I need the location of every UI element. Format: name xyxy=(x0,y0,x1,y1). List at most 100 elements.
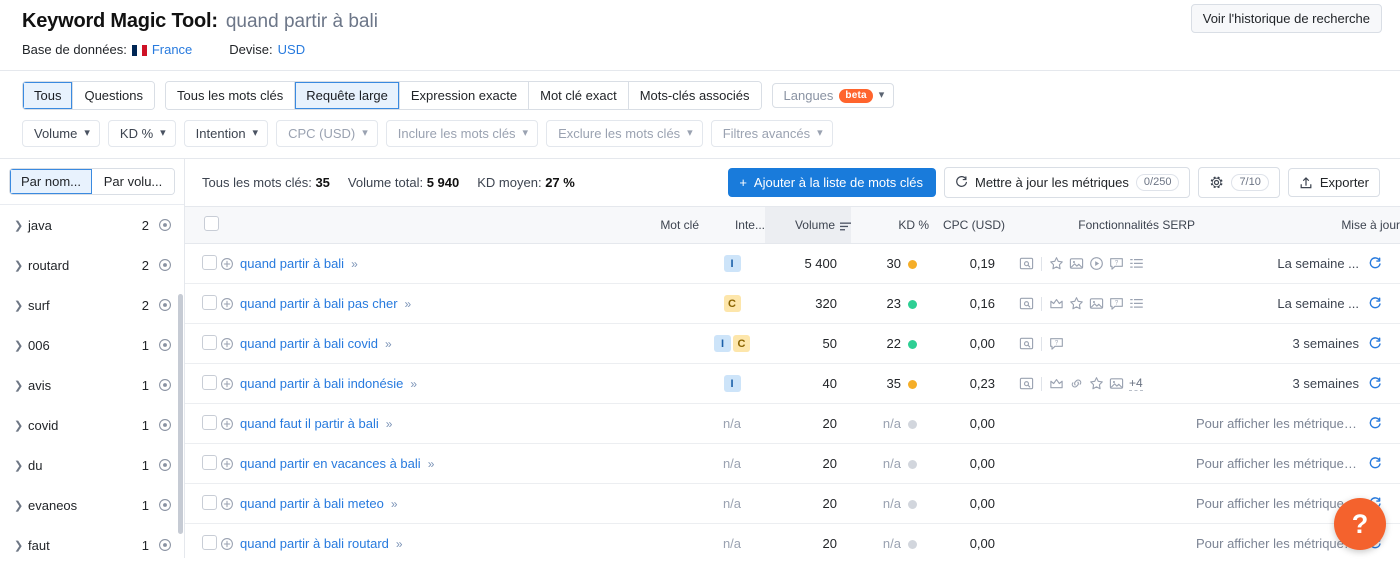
chevron-right-icon[interactable]: ❯ xyxy=(14,379,28,392)
tab-requ-te-large[interactable]: Requête large xyxy=(295,82,400,109)
eye-icon[interactable] xyxy=(158,378,172,392)
add-keyword-icon-wrap[interactable] xyxy=(220,497,233,510)
database-value[interactable]: France xyxy=(152,42,192,57)
star-icon[interactable] xyxy=(1089,376,1104,391)
table-row[interactable]: quand faut il partir à bali » n/a 20 n/a 0,00… xyxy=(185,403,1400,444)
keyword-link[interactable]: quand partir à bali xyxy=(240,256,344,271)
filter-volume[interactable]: Volume ▾ xyxy=(22,120,100,147)
row-checkbox[interactable] xyxy=(202,294,217,310)
header-keyword[interactable]: Mot clé xyxy=(219,206,699,244)
serp-preview-icon[interactable] xyxy=(1019,296,1034,311)
link-icon[interactable] xyxy=(1069,376,1084,391)
image-icon[interactable] xyxy=(1089,296,1104,311)
sidebar-group-item[interactable]: ❯ java 2 xyxy=(0,205,184,245)
sidebar-group-item[interactable]: ❯ avis 1 xyxy=(0,365,184,405)
visibility-toggle[interactable] xyxy=(158,458,172,472)
keyword-link[interactable]: quand partir à bali meteo xyxy=(240,496,384,511)
add-keyword-icon-wrap[interactable] xyxy=(220,377,233,390)
chevron-right-icon[interactable]: ❯ xyxy=(14,539,28,552)
add-keyword-icon[interactable] xyxy=(220,457,234,471)
crown-icon[interactable] xyxy=(1049,296,1064,311)
eye-icon[interactable] xyxy=(158,218,172,232)
list-icon[interactable] xyxy=(1129,256,1144,271)
settings-button[interactable]: 7/10 xyxy=(1198,167,1280,198)
row-checkbox[interactable] xyxy=(202,254,217,270)
visibility-toggle[interactable] xyxy=(158,538,172,552)
chevron-right-icon[interactable]: ❯ xyxy=(14,299,28,312)
chevron-right-icon[interactable]: ❯ xyxy=(14,219,28,232)
chevron-right-icon[interactable]: ❯ xyxy=(14,459,28,472)
header-cpc[interactable]: CPC (USD) xyxy=(929,206,1005,244)
serp-more-count[interactable]: +4 xyxy=(1129,376,1143,391)
add-keyword-icon[interactable] xyxy=(220,537,234,551)
add-keyword-icon-wrap[interactable] xyxy=(220,417,233,430)
filter-kd[interactable]: KD % ▾ xyxy=(107,120,176,147)
intent-badge-i[interactable]: I xyxy=(714,335,731,353)
add-keyword-icon[interactable] xyxy=(220,337,234,351)
keyword-expand-icon[interactable]: » xyxy=(396,537,403,551)
currency-selector[interactable]: Devise: USD xyxy=(229,42,320,57)
video-icon[interactable] xyxy=(1089,256,1104,271)
keyword-expand-icon[interactable]: » xyxy=(428,457,435,471)
add-keyword-icon[interactable] xyxy=(220,417,234,431)
filter-inclure-les-mots-cl-s[interactable]: Inclure les mots clés ▾ xyxy=(385,120,539,147)
list-icon[interactable] xyxy=(1129,296,1144,311)
row-checkbox[interactable] xyxy=(202,414,217,430)
table-row[interactable]: quand partir à bali routard » n/a 20 n/a 0,00… xyxy=(185,523,1400,562)
add-keyword-icon-wrap[interactable] xyxy=(220,337,233,350)
header-serp-features[interactable]: Fonctionnalités SERP xyxy=(1005,206,1195,244)
visibility-toggle[interactable] xyxy=(158,258,172,272)
keyword-link[interactable]: quand partir en vacances à bali xyxy=(240,456,421,471)
keyword-expand-icon[interactable]: » xyxy=(386,417,393,431)
sidebar-group-item[interactable]: ❯ du 1 xyxy=(0,445,184,485)
row-refresh-button[interactable] xyxy=(1368,456,1382,471)
sidebar-group-item[interactable]: ❯ faut 1 xyxy=(0,525,184,562)
add-keyword-icon[interactable] xyxy=(220,377,234,391)
export-button[interactable]: Exporter xyxy=(1287,168,1380,197)
add-keyword-icon-wrap[interactable] xyxy=(220,297,233,310)
faq-icon[interactable]: ? xyxy=(1049,336,1064,351)
intent-badge-i[interactable]: I xyxy=(723,255,741,273)
keyword-expand-icon[interactable]: » xyxy=(410,377,417,391)
add-keyword-icon-wrap[interactable] xyxy=(220,257,233,270)
eye-icon[interactable] xyxy=(158,258,172,272)
tab-expression-exacte[interactable]: Expression exacte xyxy=(399,82,530,109)
sidebar-sort-by-name[interactable]: Par nom... xyxy=(10,169,92,194)
image-icon[interactable] xyxy=(1069,256,1084,271)
row-checkbox[interactable] xyxy=(202,494,217,510)
serp-preview-icon[interactable] xyxy=(1019,336,1034,351)
star-icon[interactable] xyxy=(1069,296,1084,311)
header-updated[interactable]: Mise à jour xyxy=(1195,206,1400,244)
row-refresh-button[interactable] xyxy=(1368,296,1382,311)
filter-cpc-usd[interactable]: CPC (USD) ▾ xyxy=(276,120,378,147)
add-to-keyword-list-button[interactable]: + Ajouter à la liste de mots clés xyxy=(728,168,936,197)
intent-badge-c[interactable]: C xyxy=(733,335,750,353)
crown-icon[interactable] xyxy=(1049,376,1064,391)
filter-filtres-avanc-s[interactable]: Filtres avancés ▾ xyxy=(710,120,833,147)
eye-icon[interactable] xyxy=(158,538,172,552)
sidebar-group-item[interactable]: ❯ surf 2 xyxy=(0,285,184,325)
star-icon[interactable] xyxy=(1049,256,1064,271)
row-checkbox[interactable] xyxy=(202,374,217,390)
refresh-icon[interactable] xyxy=(1368,456,1382,471)
keyword-link[interactable]: quand partir à bali pas cher xyxy=(240,296,398,311)
visibility-toggle[interactable] xyxy=(158,498,172,512)
eye-icon[interactable] xyxy=(158,498,172,512)
chevron-right-icon[interactable]: ❯ xyxy=(14,419,28,432)
faq-icon[interactable]: ? xyxy=(1109,256,1124,271)
row-refresh-button[interactable] xyxy=(1368,376,1382,391)
filter-exclure-les-mots-cl-s[interactable]: Exclure les mots clés ▾ xyxy=(546,120,703,147)
eye-icon[interactable] xyxy=(158,458,172,472)
image-icon[interactable] xyxy=(1109,376,1124,391)
table-row[interactable]: quand partir en vacances à bali » n/a 20 n/a… xyxy=(185,443,1400,484)
tab-questions[interactable]: Questions xyxy=(73,82,155,109)
intent-badge-i[interactable]: I xyxy=(723,375,741,393)
add-keyword-icon-wrap[interactable] xyxy=(220,537,233,550)
tab-mot-cl-exact[interactable]: Mot clé exact xyxy=(529,82,629,109)
chevron-right-icon[interactable]: ❯ xyxy=(14,339,28,352)
header-volume[interactable]: Volume xyxy=(765,206,851,244)
serp-preview-icon[interactable] xyxy=(1019,256,1034,271)
eye-icon[interactable] xyxy=(158,338,172,352)
tab-tous[interactable]: Tous xyxy=(23,82,74,109)
row-checkbox[interactable] xyxy=(202,334,217,350)
